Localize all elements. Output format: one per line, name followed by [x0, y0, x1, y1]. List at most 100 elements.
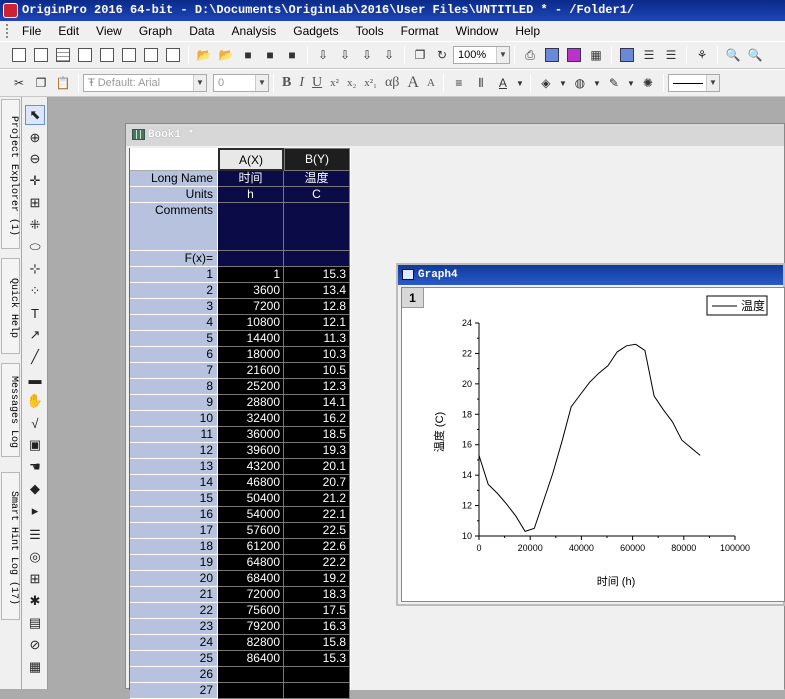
data-selector-icon[interactable]: ⊞ [25, 193, 45, 213]
save-project-icon[interactable]: ■ [239, 46, 257, 64]
cell-a[interactable]: 82800 [218, 635, 284, 651]
row-number[interactable]: 14 [130, 475, 218, 491]
pointer-icon[interactable]: ⬉ [25, 105, 45, 125]
cell-a[interactable]: 46800 [218, 475, 284, 491]
row-number[interactable]: 10 [130, 411, 218, 427]
fx-b[interactable] [284, 251, 350, 267]
code-builder-icon[interactable] [618, 46, 636, 64]
cell-a[interactable]: 18000 [218, 347, 284, 363]
arrow-tool-icon[interactable]: ↗ [25, 325, 45, 345]
row-number[interactable]: 24 [130, 635, 218, 651]
cell-b[interactable]: 22.2 [284, 555, 350, 571]
line-style-select[interactable]: ▼ [667, 74, 720, 92]
open-icon[interactable]: 📂 [195, 46, 213, 64]
font-size-select[interactable]: 0 ▼ [213, 74, 269, 92]
row-number[interactable]: 15 [130, 491, 218, 507]
cell-b[interactable]: 14.1 [284, 395, 350, 411]
cell-b[interactable]: 22.1 [284, 507, 350, 523]
cell-b[interactable]: 22.6 [284, 539, 350, 555]
cell-a[interactable]: 72000 [218, 587, 284, 603]
cell-a[interactable]: 61200 [218, 539, 284, 555]
cell-b[interactable]: 12.1 [284, 315, 350, 331]
tab-project-explorer[interactable]: Project Explorer (1) [1, 99, 20, 249]
row-number[interactable]: 25 [130, 651, 218, 667]
menu-file[interactable]: File [14, 24, 50, 38]
comments-a[interactable] [218, 203, 284, 251]
print-icon[interactable]: ⎙ [521, 46, 539, 64]
copy-icon[interactable]: ❐ [32, 74, 50, 92]
zoom-out-icon[interactable]: ⊖ [25, 149, 45, 169]
cell-b[interactable] [284, 667, 350, 683]
menu-analysis[interactable]: Analysis [224, 24, 286, 38]
menu-view[interactable]: View [88, 24, 131, 38]
cell-a[interactable]: 28800 [218, 395, 284, 411]
layer-1-button[interactable]: 1 [402, 288, 424, 308]
cell-b[interactable]: 10.5 [284, 363, 350, 379]
column-header-b[interactable]: B(Y) [284, 148, 350, 171]
mask-icon[interactable]: ⊹ [25, 259, 45, 279]
expand-toolbar-icon[interactable]: ▸ [25, 501, 45, 521]
row-number[interactable]: 8 [130, 379, 218, 395]
cell-a[interactable]: 50400 [218, 491, 284, 507]
subscript-button[interactable]: x₂ [347, 77, 356, 89]
menu-gadgets[interactable]: Gadgets [285, 24, 347, 38]
cell-a[interactable]: 43200 [218, 459, 284, 475]
row-number[interactable]: 27 [130, 683, 218, 699]
menu-window[interactable]: Window [448, 24, 508, 38]
supsubscript-button[interactable]: x²₁ [364, 77, 377, 89]
zoom-in-icon[interactable]: ⊕ [25, 128, 45, 148]
cell-b[interactable]: 18.3 [284, 587, 350, 603]
chevron-down-icon[interactable]: ▼ [559, 74, 567, 92]
underline-button[interactable]: U [312, 75, 322, 91]
film-icon[interactable]: ▦ [587, 46, 605, 64]
cell-b[interactable]: 13.4 [284, 283, 350, 299]
font-color-icon[interactable]: A [494, 74, 512, 92]
row-number[interactable]: 7 [130, 363, 218, 379]
workbook-title-bar[interactable]: Book1 * [126, 124, 784, 146]
chart-legend[interactable]: 温度 [706, 295, 768, 316]
screen-reader-icon[interactable]: ✛ [25, 171, 45, 191]
column-width-icon[interactable]: ⦀ [472, 74, 490, 92]
paste-icon[interactable]: 📋 [54, 74, 72, 92]
row-number[interactable]: 22 [130, 603, 218, 619]
hand-icon[interactable]: ✋ [25, 391, 45, 411]
line-tool-icon[interactable]: ╱ [25, 347, 45, 367]
comments-b[interactable] [284, 203, 350, 251]
chevron-down-icon[interactable]: ▼ [516, 74, 524, 92]
row-number[interactable]: 2 [130, 283, 218, 299]
cell-b[interactable]: 19.2 [284, 571, 350, 587]
long-name-b[interactable]: 温度 [284, 171, 350, 187]
row-number[interactable]: 20 [130, 571, 218, 587]
row-number[interactable]: 9 [130, 395, 218, 411]
cell-a[interactable]: 79200 [218, 619, 284, 635]
pattern-icon[interactable]: ◍ [571, 74, 589, 92]
cell-b[interactable]: 17.5 [284, 603, 350, 619]
menu-help[interactable]: Help [507, 24, 549, 38]
row-number[interactable]: 5 [130, 331, 218, 347]
alert-icon[interactable]: ⊘ [25, 635, 45, 655]
insert-graph-icon[interactable]: ▣ [25, 435, 45, 455]
row-number[interactable]: 23 [130, 619, 218, 635]
copy-page-icon[interactable] [565, 46, 583, 64]
cell-b[interactable]: 12.3 [284, 379, 350, 395]
cell-a[interactable]: 7200 [218, 299, 284, 315]
new-function-icon[interactable] [120, 46, 138, 64]
bold-button[interactable]: B [282, 75, 291, 91]
find-replace-icon[interactable]: 🔍 [746, 46, 764, 64]
project-explorer-icon[interactable]: ⚘ [693, 46, 711, 64]
open-template-icon[interactable]: 📂 [217, 46, 235, 64]
menu-format[interactable]: Format [393, 24, 448, 38]
row-number[interactable]: 3 [130, 299, 218, 315]
row-number[interactable]: 1 [130, 267, 218, 283]
fill-color-icon[interactable]: ◈ [537, 74, 555, 92]
row-number[interactable]: 19 [130, 555, 218, 571]
cell-b[interactable]: 15.3 [284, 267, 350, 283]
new-notes-icon[interactable] [164, 46, 182, 64]
cell-b[interactable]: 12.8 [284, 299, 350, 315]
row-number[interactable]: 12 [130, 443, 218, 459]
menu-tools[interactable]: Tools [348, 24, 393, 38]
new-graph-icon[interactable] [76, 46, 94, 64]
menu-edit[interactable]: Edit [50, 24, 88, 38]
cell-a[interactable]: 1 [218, 267, 284, 283]
marker-icon[interactable]: ✱ [25, 591, 45, 611]
